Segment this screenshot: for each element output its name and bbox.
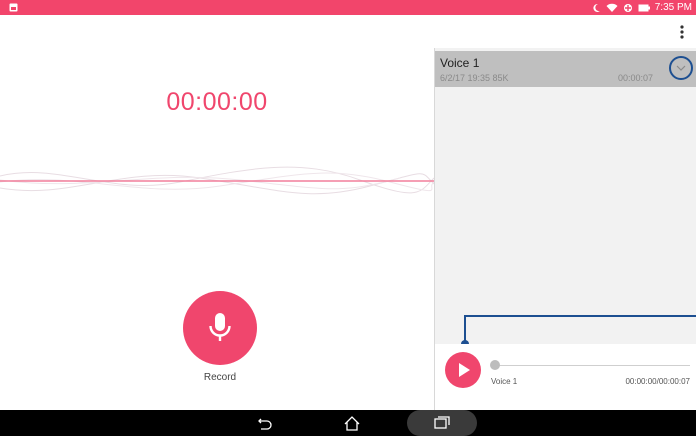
playback-time: 00:00:00/00:00:07 bbox=[625, 377, 690, 386]
recent-apps-button[interactable] bbox=[407, 410, 477, 436]
recording-meta: 6/2/17 19:35 85K bbox=[440, 73, 509, 83]
recording-duration: 00:00:07 bbox=[618, 73, 654, 83]
seek-bar[interactable] bbox=[492, 365, 690, 366]
waveform-visualizer bbox=[0, 166, 434, 195]
overflow-menu-icon[interactable] bbox=[674, 23, 690, 41]
status-bar: 7:35 PM bbox=[0, 0, 696, 15]
record-button[interactable] bbox=[183, 291, 257, 365]
moon-icon bbox=[593, 3, 600, 12]
battery-icon bbox=[638, 4, 650, 11]
action-bar bbox=[0, 15, 696, 49]
recent-apps-icon bbox=[434, 416, 450, 429]
playing-recording-name: Voice 1 bbox=[491, 377, 518, 386]
status-time: 7:35 PM bbox=[654, 2, 692, 13]
recording-timer: 00:00:00 bbox=[166, 88, 268, 116]
playback-bar: Voice 1 00:00:00/00:00:07 bbox=[435, 344, 696, 410]
record-label: Record bbox=[203, 372, 237, 383]
chevron-down-icon bbox=[676, 65, 686, 71]
status-icons: 7:35 PM bbox=[592, 0, 692, 15]
navigation-bar bbox=[0, 410, 696, 436]
recording-title: Voice 1 bbox=[440, 56, 480, 70]
data-saver-icon bbox=[623, 3, 632, 12]
home-icon bbox=[344, 416, 360, 431]
wifi-icon bbox=[606, 3, 618, 12]
play-button[interactable] bbox=[445, 352, 481, 388]
expand-recording-button[interactable] bbox=[669, 56, 693, 80]
home-button[interactable] bbox=[332, 412, 372, 434]
back-button[interactable] bbox=[245, 412, 285, 434]
recording-list-item[interactable]: Voice 1 6/2/17 19:35 85K 00:00:07 bbox=[435, 51, 696, 87]
notification-icon bbox=[9, 3, 18, 12]
back-icon bbox=[258, 418, 272, 430]
play-icon bbox=[459, 363, 470, 377]
recorder-pane: 00:00:00 Record bbox=[0, 48, 435, 410]
microphone-icon bbox=[209, 313, 231, 341]
seek-thumb[interactable] bbox=[490, 360, 500, 370]
